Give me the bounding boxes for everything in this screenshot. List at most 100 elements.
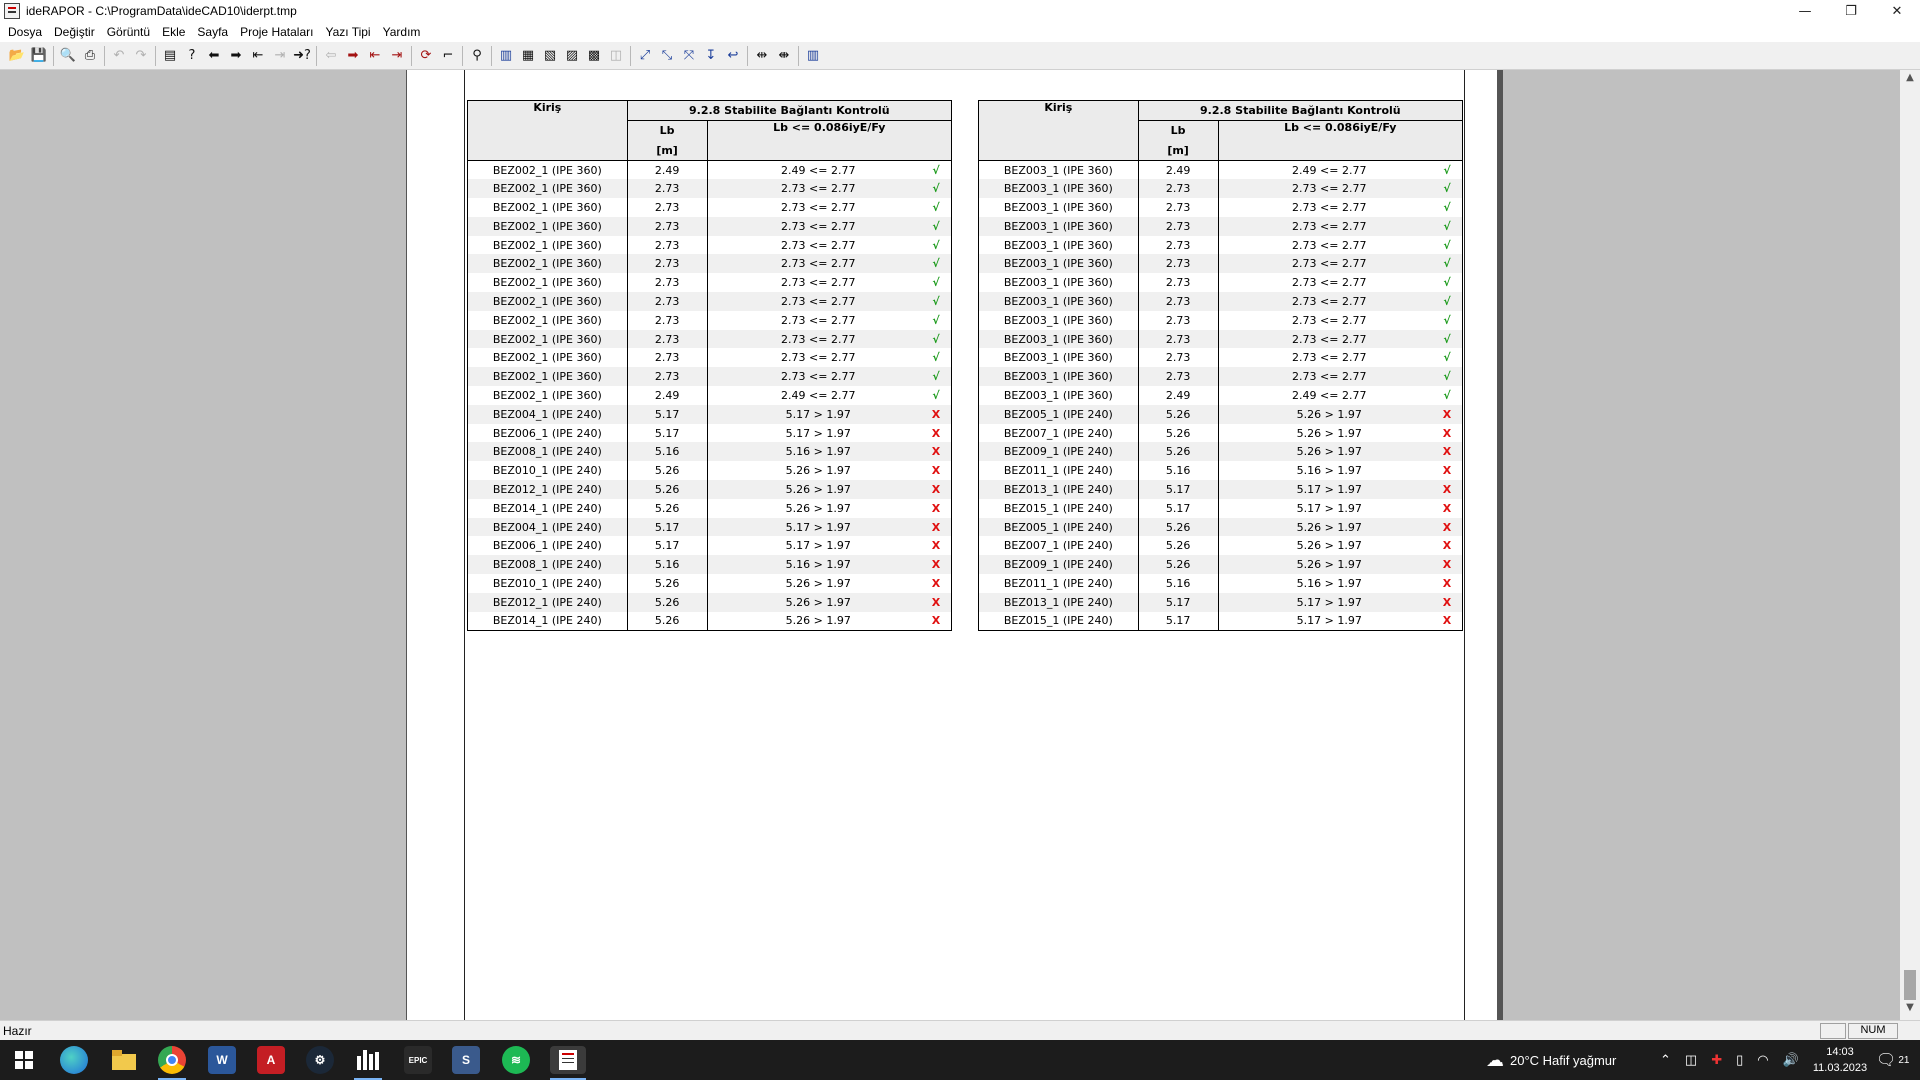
ideCAD-icon[interactable] bbox=[354, 1046, 382, 1074]
refresh-icon[interactable]: ⟳ bbox=[415, 45, 437, 67]
notification-center[interactable]: 🗨 21 bbox=[1876, 1040, 1909, 1080]
next-error-icon[interactable]: ➡ bbox=[342, 45, 364, 67]
vertical-scrollbar[interactable]: ▲ ▼ bbox=[1900, 70, 1920, 1020]
layout-4-icon[interactable]: ▨ bbox=[561, 45, 583, 67]
lb-check-cell: 5.16 > 1.97 X bbox=[1217, 574, 1463, 593]
scroll-down-icon[interactable]: ▼ bbox=[1900, 1002, 1920, 1018]
table-row: BEZ009_1 (IPE 240) 5.26 5.26 > 1.97 X bbox=[978, 555, 1463, 575]
help-icon[interactable]: ? bbox=[181, 45, 203, 67]
system-clock[interactable]: 14:03 11.03.2023 bbox=[1810, 1044, 1870, 1076]
close-button[interactable]: ✕ bbox=[1874, 0, 1920, 22]
edge-icon[interactable] bbox=[60, 1046, 88, 1074]
last-page-icon[interactable]: ⇥ bbox=[269, 45, 291, 67]
menu-goruntu[interactable]: Görüntü bbox=[101, 25, 156, 39]
title-bar: ideRAPOR - C:\ProgramData\ideCAD10\iderp… bbox=[0, 0, 1920, 22]
lb-value-cell: 2.73 bbox=[626, 235, 708, 255]
beam-name-cell: BEZ003_1 (IPE 360) bbox=[978, 179, 1139, 199]
lb-value-cell: 2.73 bbox=[626, 329, 708, 349]
first-error-icon[interactable]: ⇤ bbox=[364, 45, 386, 67]
redo-icon[interactable]: ↷ bbox=[130, 45, 152, 67]
cursor-icon[interactable]: ⌐ bbox=[437, 45, 459, 67]
zoom-3-icon[interactable]: ⤧ bbox=[678, 45, 700, 67]
lb-check-cell: 5.26 > 1.97 X bbox=[706, 461, 952, 481]
epic-games-icon[interactable]: EPIC bbox=[404, 1046, 432, 1074]
save-icon[interactable]: 💾 bbox=[28, 45, 50, 67]
antivirus-icon[interactable]: ✚ bbox=[1711, 1052, 1722, 1068]
scroll-thumb[interactable] bbox=[1904, 970, 1916, 1000]
menu-yazi-tipi[interactable]: Yazı Tipi bbox=[319, 25, 376, 39]
word-icon[interactable]: W bbox=[208, 1046, 236, 1074]
beam-name-cell: BEZ002_1 (IPE 360) bbox=[467, 216, 628, 236]
undo-icon[interactable]: ↶ bbox=[108, 45, 130, 67]
battery-icon[interactable]: ▯ bbox=[1736, 1052, 1743, 1068]
menu-dosya[interactable]: Dosya bbox=[2, 25, 48, 39]
menu-sayfa[interactable]: Sayfa bbox=[191, 25, 234, 39]
scroll-up-icon[interactable]: ▲ bbox=[1900, 72, 1920, 88]
check-mark-icon: √ bbox=[932, 276, 940, 290]
zoom-2-icon[interactable]: ⤡ bbox=[656, 45, 678, 67]
ideRAPOR-icon[interactable] bbox=[550, 1046, 586, 1074]
goto-page-icon[interactable]: ➜? bbox=[291, 45, 313, 67]
meet-icon[interactable]: ◫ bbox=[1685, 1052, 1697, 1068]
menu-degistir[interactable]: Değiştir bbox=[48, 25, 101, 39]
cross-mark-icon: X bbox=[931, 614, 941, 628]
zoom-5-icon[interactable]: ↩ bbox=[722, 45, 744, 67]
check-mark-icon: √ bbox=[932, 182, 940, 196]
minimize-button[interactable]: — bbox=[1782, 0, 1828, 22]
volume-icon[interactable]: 🔊 bbox=[1783, 1052, 1799, 1068]
sap-icon[interactable]: S bbox=[452, 1046, 480, 1074]
arrow-right-icon[interactable]: ➡ bbox=[225, 45, 247, 67]
lb-comparison-text: 2.49 <= 2.77 bbox=[1292, 388, 1367, 402]
spotify-icon[interactable]: ≋ bbox=[502, 1046, 530, 1074]
chrome-icon[interactable] bbox=[158, 1046, 186, 1074]
header-kiris: Kiriş bbox=[467, 100, 628, 161]
layout-5-icon[interactable]: ▩ bbox=[583, 45, 605, 67]
autocad-icon[interactable]: A bbox=[257, 1046, 285, 1074]
lb-check-cell: 2.73 <= 2.77 √ bbox=[706, 310, 952, 330]
zoom-1-icon[interactable]: ⤢ bbox=[634, 45, 656, 67]
explorer-icon[interactable] bbox=[110, 1046, 138, 1074]
columns-icon[interactable]: ▥ bbox=[802, 45, 824, 67]
menu-ekle[interactable]: Ekle bbox=[156, 25, 191, 39]
check-mark-icon: √ bbox=[1443, 276, 1451, 290]
beam-name-cell: BEZ011_1 (IPE 240) bbox=[978, 461, 1139, 481]
menu-proje-hatalari[interactable]: Proje Hataları bbox=[234, 25, 319, 39]
wifi-icon[interactable]: ◠ bbox=[1757, 1052, 1768, 1068]
arrow-left-icon[interactable]: ⬅ bbox=[203, 45, 225, 67]
print-preview-icon[interactable]: 🔍 bbox=[57, 45, 79, 67]
table-row: BEZ011_1 (IPE 240) 5.16 5.16 > 1.97 X bbox=[978, 574, 1463, 593]
beam-name-cell: BEZ003_1 (IPE 360) bbox=[978, 310, 1139, 330]
beam-name-cell: BEZ007_1 (IPE 240) bbox=[978, 536, 1139, 556]
layout-3-icon[interactable]: ▧ bbox=[539, 45, 561, 67]
lb-check-cell: 5.26 > 1.97 X bbox=[706, 480, 952, 499]
page-margin-line-right bbox=[1464, 70, 1465, 1020]
clock-date: 11.03.2023 bbox=[1812, 1062, 1868, 1074]
steam-icon[interactable]: ⚙ bbox=[306, 1046, 334, 1074]
first-page-icon[interactable]: ⇤ bbox=[247, 45, 269, 67]
prev-error-icon[interactable]: ⇦ bbox=[320, 45, 342, 67]
restore-button[interactable]: ❐ bbox=[1828, 0, 1874, 22]
layout-2-icon[interactable]: ▦ bbox=[517, 45, 539, 67]
last-error-icon[interactable]: ⇥ bbox=[386, 45, 408, 67]
fit-page-icon[interactable]: ⇼ bbox=[773, 45, 795, 67]
table-row: BEZ004_1 (IPE 240) 5.17 5.17 > 1.97 X bbox=[467, 517, 952, 537]
cross-mark-icon: X bbox=[1442, 595, 1452, 609]
layout-6-icon[interactable]: ◫ bbox=[605, 45, 627, 67]
zoom-4-icon[interactable]: ↧ bbox=[700, 45, 722, 67]
tree-icon[interactable]: ⚲ bbox=[466, 45, 488, 67]
lb-comparison-text: 2.73 <= 2.77 bbox=[781, 182, 856, 196]
start-icon[interactable] bbox=[10, 1046, 38, 1074]
check-mark-icon: √ bbox=[932, 238, 940, 252]
lb-comparison-text: 5.17 > 1.97 bbox=[785, 539, 851, 553]
fit-width-icon[interactable]: ⇹ bbox=[751, 45, 773, 67]
table-row: BEZ003_1 (IPE 360) 2.49 2.49 <= 2.77 √ bbox=[978, 386, 1463, 405]
layout-1-icon[interactable]: ▥ bbox=[495, 45, 517, 67]
lb-check-cell: 5.26 > 1.97 X bbox=[706, 592, 952, 612]
menu-yardim[interactable]: Yardım bbox=[377, 25, 427, 39]
chevron-up-icon[interactable]: ⌃ bbox=[1660, 1052, 1671, 1068]
check-mark-icon: √ bbox=[1443, 294, 1451, 308]
weather-widget[interactable]: ☁ 20°C Hafif yağmur bbox=[1486, 1040, 1616, 1080]
print-icon[interactable]: ⎙ bbox=[79, 45, 101, 67]
page-icon[interactable]: ▤ bbox=[159, 45, 181, 67]
open-folder-icon[interactable]: 📂 bbox=[6, 45, 28, 67]
